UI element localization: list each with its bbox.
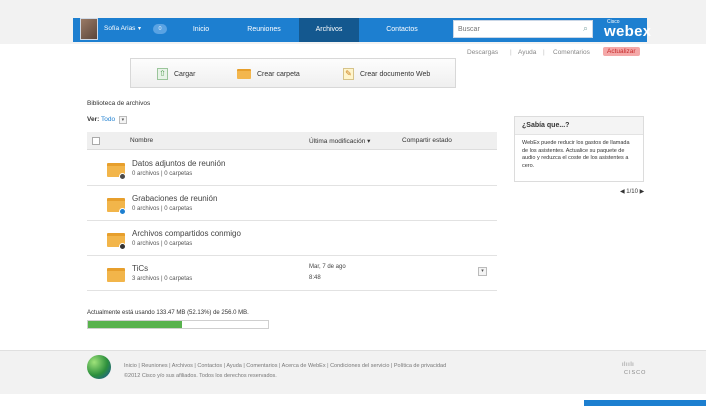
chat-bar[interactable]	[584, 400, 706, 406]
upgrade-button[interactable]: Actualizar	[603, 47, 640, 56]
tip-body: WebEx puede reducir los gastos de llamad…	[522, 140, 630, 169]
nav-reuniones[interactable]: Reuniones	[233, 18, 295, 42]
chevron-right-icon[interactable]: ▶	[640, 189, 645, 195]
column-share[interactable]: Compartir estado	[402, 137, 452, 144]
folder-icon	[107, 233, 126, 250]
avatar[interactable]	[80, 18, 98, 40]
storage-progress-fill	[88, 321, 182, 328]
cisco-logo-icon: ılıılı	[622, 362, 635, 368]
row-meta: 3 archivos | 0 carpetas	[132, 276, 193, 282]
column-modified[interactable]: Última modificación ▾	[309, 137, 370, 145]
folder-icon	[107, 163, 126, 180]
row-menu-button[interactable]: ▾	[478, 267, 487, 276]
row-meta: 0 archivos | 0 carpetas	[132, 241, 193, 247]
table-header: Nombre Última modificación ▾ Compartir e…	[87, 132, 497, 150]
row-name[interactable]: Archivos compartidos conmigo	[132, 229, 241, 238]
main-navigation: Sofía Arias ▾ 0 Inicio Reuniones Archivo…	[73, 18, 651, 42]
webex-logo: webex	[604, 23, 652, 40]
table-row[interactable]: Datos adjuntos de reunión 0 archivos | 0…	[87, 151, 497, 186]
search-icon[interactable]: ⌕	[583, 23, 588, 34]
upload-icon: ⇧	[157, 68, 168, 80]
row-time: 8:48	[309, 275, 321, 281]
tip-pager: ◀ 1/10 ▶	[620, 188, 644, 195]
storage-progress-bar	[87, 320, 269, 329]
nav-archivos[interactable]: Archivos	[299, 18, 359, 42]
table-row[interactable]: Archivos compartidos conmigo 0 archivos …	[87, 221, 497, 256]
top-header: Sofía Arias ▾ 0 Inicio Reuniones Archivo…	[0, 0, 706, 44]
upload-button[interactable]: ⇧ Cargar	[157, 67, 195, 81]
shared-user-icon	[119, 243, 126, 250]
create-web-doc-button[interactable]: ✎ Crear documento Web	[343, 67, 430, 81]
view-value[interactable]: Todo	[101, 116, 115, 123]
table-row[interactable]: Grabaciones de reunión 0 archivos | 0 ca…	[87, 186, 497, 221]
footer-links[interactable]: Inicio | Reuniones | Archivos | Contacto…	[124, 363, 446, 369]
row-name[interactable]: TiCs	[132, 264, 148, 273]
attachment-icon	[119, 173, 126, 180]
create-folder-button[interactable]: Crear carpeta	[237, 67, 300, 81]
separator: |	[510, 49, 512, 56]
chevron-down-icon[interactable]: ▾	[118, 116, 127, 124]
create-web-doc-label: Crear documento Web	[360, 70, 431, 78]
user-name[interactable]: Sofía Arias	[104, 25, 135, 32]
table-row[interactable]: TiCs 3 archivos | 0 carpetas Mar, 7 de a…	[87, 256, 497, 291]
tip-title: ¿Sabía que...?	[515, 117, 643, 135]
select-all-checkbox[interactable]	[92, 137, 100, 145]
chevron-left-icon[interactable]: ◀	[620, 189, 625, 195]
storage-usage-text: Actualmente está usando 133.47 MB (52.13…	[87, 310, 249, 316]
view-filter: Ver: Todo ▾	[87, 116, 127, 124]
recording-icon	[119, 208, 126, 215]
upload-label: Cargar	[174, 70, 196, 78]
folder-icon	[107, 268, 125, 282]
globe-icon	[87, 355, 111, 379]
notification-badge[interactable]: 0	[153, 24, 167, 34]
row-name[interactable]: Grabaciones de reunión	[132, 194, 217, 203]
downloads-link[interactable]: Descargas	[467, 49, 498, 56]
column-name[interactable]: Nombre	[130, 137, 153, 144]
row-meta: 0 archivos | 0 carpetas	[132, 206, 193, 212]
nav-inicio[interactable]: Inicio	[177, 18, 225, 42]
tip-page: 1/10	[626, 189, 638, 195]
column-modified-label: Última modificación	[309, 138, 366, 145]
separator: |	[543, 49, 545, 56]
copyright: ©2012 Cisco y/o sus afiliados. Todos los…	[124, 373, 277, 379]
help-link[interactable]: Ayuda	[518, 49, 536, 56]
row-date: Mar, 7 de ago	[309, 264, 346, 270]
folder-icon	[237, 69, 251, 79]
pencil-icon: ✎	[343, 68, 354, 80]
chevron-down-icon[interactable]: ▾	[138, 25, 141, 32]
cisco-wordmark: CISCO	[624, 370, 647, 376]
row-name[interactable]: Datos adjuntos de reunión	[132, 159, 225, 168]
nav-contactos[interactable]: Contactos	[367, 18, 437, 42]
tip-panel: ¿Sabía que...? WebEx puede reducir los g…	[514, 116, 644, 182]
action-toolbar: ⇧ Cargar Crear carpeta ✎ Crear documento…	[130, 58, 456, 88]
row-meta: 0 archivos | 0 carpetas	[132, 171, 193, 177]
search-box[interactable]: ⌕	[453, 20, 593, 38]
folder-icon	[107, 198, 126, 215]
comments-link[interactable]: Comentarios	[553, 49, 590, 56]
view-label: Ver:	[87, 116, 100, 123]
create-folder-label: Crear carpeta	[257, 70, 300, 78]
breadcrumb: Biblioteca de archivos	[87, 100, 151, 107]
search-input[interactable]	[454, 21, 574, 37]
